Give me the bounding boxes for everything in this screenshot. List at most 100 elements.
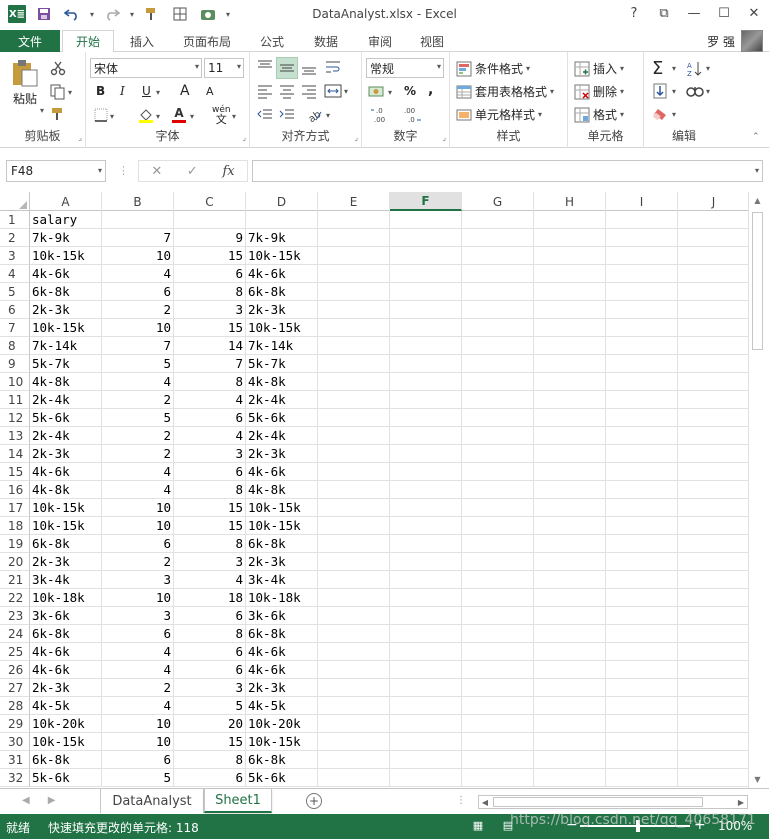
- underline-button[interactable]: U: [142, 84, 151, 98]
- cell-a32[interactable]: 5k-6k: [30, 769, 102, 787]
- cell-a13[interactable]: 2k-4k: [30, 427, 102, 445]
- cell-d28[interactable]: 4k-5k: [246, 697, 318, 715]
- cell-a16[interactable]: 4k-8k: [30, 481, 102, 499]
- cell-c6[interactable]: 3: [174, 301, 246, 319]
- cell-b7[interactable]: 10: [102, 319, 174, 337]
- cell-a9[interactable]: 5k-7k: [30, 355, 102, 373]
- insert-function-icon[interactable]: fx: [222, 164, 234, 179]
- cell-c32[interactable]: 6: [174, 769, 246, 787]
- cell-h16[interactable]: [534, 481, 606, 499]
- column-header-e[interactable]: E: [318, 192, 390, 211]
- cell-d13[interactable]: 2k-4k: [246, 427, 318, 445]
- row-header[interactable]: 3: [0, 247, 30, 265]
- cell-e11[interactable]: [318, 391, 390, 409]
- cell-d14[interactable]: 2k-3k: [246, 445, 318, 463]
- cell-i4[interactable]: [606, 265, 678, 283]
- cell-b22[interactable]: 10: [102, 589, 174, 607]
- cell-a20[interactable]: 2k-3k: [30, 553, 102, 571]
- cell-g2[interactable]: [462, 229, 534, 247]
- cell-i31[interactable]: [606, 751, 678, 769]
- column-header-h[interactable]: H: [534, 192, 606, 211]
- cell-i19[interactable]: [606, 535, 678, 553]
- fill-color-dropdown-icon[interactable]: ▾: [156, 112, 160, 121]
- cell-j17[interactable]: [678, 499, 748, 517]
- cell-f25[interactable]: [390, 643, 462, 661]
- column-header-i[interactable]: I: [606, 192, 678, 211]
- cell-b8[interactable]: 7: [102, 337, 174, 355]
- cell-d8[interactable]: 7k-14k: [246, 337, 318, 355]
- cell-f26[interactable]: [390, 661, 462, 679]
- cell-e3[interactable]: [318, 247, 390, 265]
- cell-h27[interactable]: [534, 679, 606, 697]
- cell-f15[interactable]: [390, 463, 462, 481]
- cell-i21[interactable]: [606, 571, 678, 589]
- orientation-icon[interactable]: ab: [306, 106, 324, 124]
- increase-decimal-icon[interactable]: .0.00: [370, 106, 392, 124]
- cell-a27[interactable]: 2k-3k: [30, 679, 102, 697]
- formula-input[interactable]: ▾: [252, 160, 763, 182]
- cell-d24[interactable]: 6k-8k: [246, 625, 318, 643]
- decrease-decimal-icon[interactable]: .00.0: [402, 106, 424, 124]
- cell-f4[interactable]: [390, 265, 462, 283]
- copy-dropdown-icon[interactable]: ▾: [68, 88, 72, 97]
- cell-j19[interactable]: [678, 535, 748, 553]
- fill-dropdown-icon[interactable]: ▾: [672, 87, 676, 96]
- cell-g7[interactable]: [462, 319, 534, 337]
- row-header[interactable]: 6: [0, 301, 30, 319]
- insert-cells-button[interactable]: 插入 ▾: [574, 60, 624, 77]
- cell-g12[interactable]: [462, 409, 534, 427]
- cell-a28[interactable]: 4k-5k: [30, 697, 102, 715]
- cell-c8[interactable]: 14: [174, 337, 246, 355]
- column-header-b[interactable]: B: [102, 192, 174, 211]
- cell-d11[interactable]: 2k-4k: [246, 391, 318, 409]
- cell-e7[interactable]: [318, 319, 390, 337]
- cell-i10[interactable]: [606, 373, 678, 391]
- cell-d23[interactable]: 3k-6k: [246, 607, 318, 625]
- cell-j4[interactable]: [678, 265, 748, 283]
- cell-d18[interactable]: 10k-15k: [246, 517, 318, 535]
- column-header-f[interactable]: F: [390, 192, 462, 211]
- row-header[interactable]: 21: [0, 571, 30, 589]
- cell-d10[interactable]: 4k-8k: [246, 373, 318, 391]
- cell-d12[interactable]: 5k-6k: [246, 409, 318, 427]
- cell-j20[interactable]: [678, 553, 748, 571]
- cell-a31[interactable]: 6k-8k: [30, 751, 102, 769]
- cell-d29[interactable]: 10k-20k: [246, 715, 318, 733]
- align-left-icon[interactable]: [256, 82, 274, 100]
- cell-g6[interactable]: [462, 301, 534, 319]
- cell-h22[interactable]: [534, 589, 606, 607]
- grow-font-button[interactable]: A: [180, 83, 190, 99]
- tab-split-handle-icon[interactable]: ⋮: [456, 795, 466, 806]
- cell-a2[interactable]: 7k-9k: [30, 229, 102, 247]
- name-box[interactable]: F48 ▾: [6, 160, 106, 182]
- cell-b26[interactable]: 4: [102, 661, 174, 679]
- cell-j8[interactable]: [678, 337, 748, 355]
- sort-filter-icon[interactable]: AZ: [686, 60, 704, 78]
- zoom-in-icon[interactable]: +: [694, 817, 706, 833]
- zoom-slider[interactable]: [580, 825, 690, 827]
- cell-f22[interactable]: [390, 589, 462, 607]
- cell-g23[interactable]: [462, 607, 534, 625]
- paste-button[interactable]: 粘贴: [10, 58, 40, 107]
- restore-icon[interactable]: ☐: [715, 4, 733, 22]
- page-layout-view-icon[interactable]: ▤: [500, 817, 516, 833]
- clipboard-launcher-icon[interactable]: ⌟: [78, 133, 82, 142]
- cell-g8[interactable]: [462, 337, 534, 355]
- cell-h31[interactable]: [534, 751, 606, 769]
- number-format-dropdown-icon[interactable]: ▾: [437, 62, 441, 71]
- row-header[interactable]: 31: [0, 751, 30, 769]
- cell-a12[interactable]: 5k-6k: [30, 409, 102, 427]
- enter-entry-icon[interactable]: ✓: [187, 164, 198, 179]
- cell-b15[interactable]: 4: [102, 463, 174, 481]
- cell-c9[interactable]: 7: [174, 355, 246, 373]
- cell-f16[interactable]: [390, 481, 462, 499]
- cell-a11[interactable]: 2k-4k: [30, 391, 102, 409]
- currency-dropdown-icon[interactable]: ▾: [388, 88, 392, 97]
- cell-f5[interactable]: [390, 283, 462, 301]
- formula-bar-grip-icon[interactable]: ⋮: [118, 164, 129, 177]
- select-all-corner[interactable]: [0, 192, 30, 211]
- cell-e28[interactable]: [318, 697, 390, 715]
- cell-c17[interactable]: 15: [174, 499, 246, 517]
- tab-insert[interactable]: 插入: [118, 30, 166, 53]
- collapse-ribbon-icon[interactable]: ⌃: [752, 132, 760, 142]
